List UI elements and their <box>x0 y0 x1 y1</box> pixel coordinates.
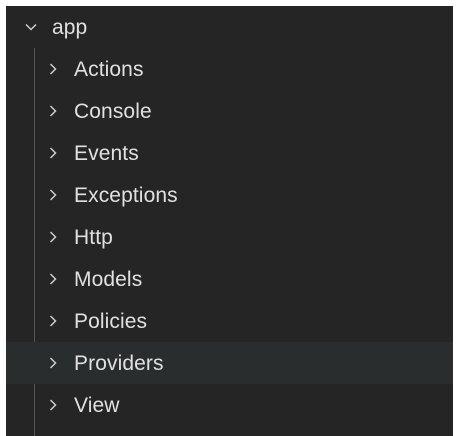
tree-folder-exceptions[interactable]: Exceptions <box>6 174 453 216</box>
chevron-right-icon <box>46 230 60 244</box>
chevron-right-icon <box>46 398 60 412</box>
tree-folder-app[interactable]: app <box>6 6 453 48</box>
folder-label: View <box>74 393 120 417</box>
tree-folder-events[interactable]: Events <box>6 132 453 174</box>
tree-folder-http[interactable]: Http <box>6 216 453 258</box>
chevron-right-icon <box>46 356 60 370</box>
folder-label: Models <box>74 267 143 291</box>
tree-folder-view[interactable]: View <box>6 384 453 426</box>
tree-folder-actions[interactable]: Actions <box>6 48 453 90</box>
folder-label: Actions <box>74 57 144 81</box>
tree-folder-providers[interactable]: Providers <box>6 342 453 384</box>
chevron-right-icon <box>46 314 60 328</box>
chevron-right-icon <box>46 146 60 160</box>
folder-label: Http <box>74 225 113 249</box>
folder-label: Console <box>74 99 152 123</box>
chevron-right-icon <box>46 62 60 76</box>
folder-label: Exceptions <box>74 183 178 207</box>
folder-label: Events <box>74 141 139 165</box>
tree-folder-policies[interactable]: Policies <box>6 300 453 342</box>
folder-label: app <box>52 15 88 39</box>
tree-folder-console[interactable]: Console <box>6 90 453 132</box>
folder-label: Policies <box>74 309 148 333</box>
chevron-right-icon <box>46 188 60 202</box>
folder-label: Providers <box>74 351 164 375</box>
chevron-right-icon <box>46 272 60 286</box>
tree-folder-models[interactable]: Models <box>6 258 453 300</box>
chevron-right-icon <box>46 104 60 118</box>
chevron-down-icon <box>24 20 38 34</box>
file-explorer: app Actions Console Events Exceptions Ht… <box>6 6 453 436</box>
